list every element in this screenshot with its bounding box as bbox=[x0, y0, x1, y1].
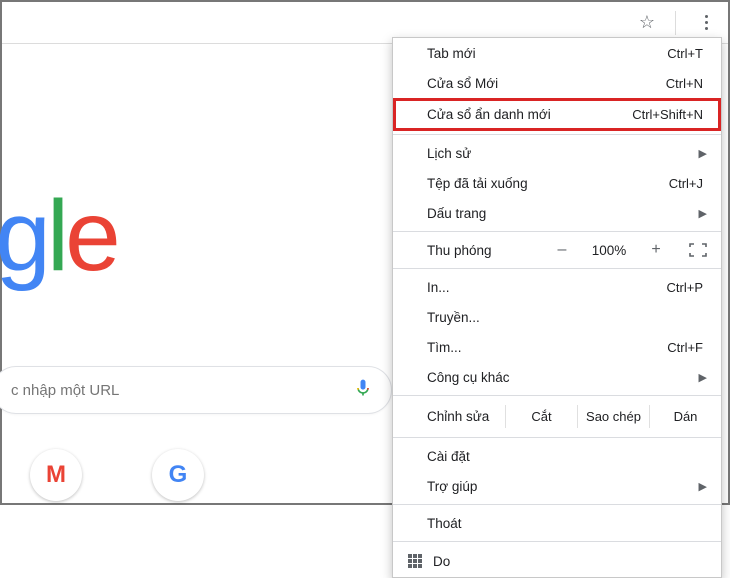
fullscreen-icon[interactable] bbox=[689, 243, 707, 257]
menu-item-label: In... bbox=[427, 280, 450, 295]
chevron-right-icon: ▶ bbox=[699, 371, 707, 384]
redacted-text bbox=[460, 553, 703, 569]
menu-downloads[interactable]: Tệp đã tải xuống Ctrl+J bbox=[393, 168, 721, 198]
menu-bookmarks[interactable]: Dấu trang ▶ bbox=[393, 198, 721, 228]
menu-item-label: Tệp đã tải xuống bbox=[427, 176, 528, 191]
toolbar-separator bbox=[675, 11, 676, 35]
menu-divider bbox=[393, 134, 721, 135]
zoom-value: 100% bbox=[587, 243, 631, 258]
menu-item-label: Cửa sổ ẩn danh mới bbox=[427, 107, 551, 122]
menu-item-label: Công cụ khác bbox=[427, 370, 510, 385]
gmail-icon: M bbox=[46, 461, 66, 489]
menu-print[interactable]: In... Ctrl+P bbox=[393, 272, 721, 302]
voice-search-icon[interactable] bbox=[353, 378, 373, 403]
search-input[interactable] bbox=[11, 382, 353, 399]
organization-icon bbox=[407, 553, 423, 569]
menu-settings[interactable]: Cài đặt bbox=[393, 441, 721, 471]
menu-item-label: Lịch sử bbox=[427, 146, 471, 161]
edit-copy-button[interactable]: Sao chép bbox=[577, 405, 649, 428]
menu-item-shortcut: Ctrl+P bbox=[667, 280, 703, 295]
menu-divider bbox=[393, 437, 721, 438]
menu-divider bbox=[393, 395, 721, 396]
shortcut-google[interactable]: G bbox=[152, 449, 204, 501]
menu-item-label: Thoát bbox=[427, 516, 462, 531]
menu-new-incognito-window[interactable]: Cửa sổ ẩn danh mới Ctrl+Shift+N bbox=[393, 98, 721, 131]
chrome-menu-button[interactable] bbox=[692, 9, 720, 37]
menu-divider bbox=[393, 541, 721, 542]
menu-edit: Chỉnh sửa Cắt Sao chép Dán bbox=[393, 399, 721, 434]
shortcut-apps: M G bbox=[2, 449, 204, 501]
menu-item-label: Tìm... bbox=[427, 340, 462, 355]
menu-item-label: Cửa sổ Mới bbox=[427, 76, 498, 91]
chevron-right-icon: ▶ bbox=[699, 207, 707, 220]
menu-item-label: Dấu trang bbox=[427, 206, 486, 221]
zoom-out-button[interactable]: – bbox=[551, 241, 573, 259]
shortcut-gmail[interactable]: M bbox=[30, 449, 82, 501]
menu-item-label: Trợ giúp bbox=[427, 479, 477, 494]
menu-new-tab[interactable]: Tab mới Ctrl+T bbox=[393, 38, 721, 68]
bookmark-star-icon[interactable]: ☆ bbox=[635, 8, 659, 37]
edit-paste-button[interactable]: Dán bbox=[649, 405, 721, 428]
chevron-right-icon: ▶ bbox=[699, 147, 707, 160]
menu-cast[interactable]: Truyền... bbox=[393, 302, 721, 332]
google-g-icon: G bbox=[169, 461, 188, 489]
chevron-right-icon: ▶ bbox=[699, 480, 707, 493]
menu-item-label: Thu phóng bbox=[427, 243, 551, 258]
menu-help[interactable]: Trợ giúp ▶ bbox=[393, 471, 721, 501]
omnibox-search[interactable] bbox=[0, 366, 392, 414]
menu-item-label: Cài đặt bbox=[427, 449, 470, 464]
menu-item-shortcut: Ctrl+N bbox=[666, 76, 703, 91]
menu-item-label: Chỉnh sửa bbox=[427, 409, 505, 424]
menu-item-label: Tab mới bbox=[427, 46, 476, 61]
chrome-main-menu: Tab mới Ctrl+T Cửa sổ Mới Ctrl+N Cửa sổ … bbox=[392, 37, 722, 578]
menu-exit[interactable]: Thoát bbox=[393, 508, 721, 538]
menu-more-tools[interactable]: Công cụ khác ▶ bbox=[393, 362, 721, 392]
google-logo: oogle bbox=[0, 179, 117, 294]
menu-find[interactable]: Tìm... Ctrl+F bbox=[393, 332, 721, 362]
menu-item-shortcut: Ctrl+T bbox=[667, 46, 703, 61]
menu-item-label: Truyền... bbox=[427, 310, 480, 325]
menu-history[interactable]: Lịch sử ▶ bbox=[393, 138, 721, 168]
zoom-in-button[interactable]: + bbox=[645, 241, 667, 259]
menu-managed-by[interactable]: Do bbox=[393, 545, 721, 577]
menu-divider bbox=[393, 268, 721, 269]
menu-item-shortcut: Ctrl+F bbox=[667, 340, 703, 355]
menu-item-shortcut: Ctrl+Shift+N bbox=[632, 107, 703, 122]
menu-item-shortcut: Ctrl+J bbox=[669, 176, 703, 191]
menu-item-label: Do bbox=[433, 554, 450, 569]
menu-new-window[interactable]: Cửa sổ Mới Ctrl+N bbox=[393, 68, 721, 98]
menu-zoom: Thu phóng – 100% + bbox=[393, 235, 721, 265]
menu-divider bbox=[393, 231, 721, 232]
edit-cut-button[interactable]: Cắt bbox=[505, 405, 577, 428]
